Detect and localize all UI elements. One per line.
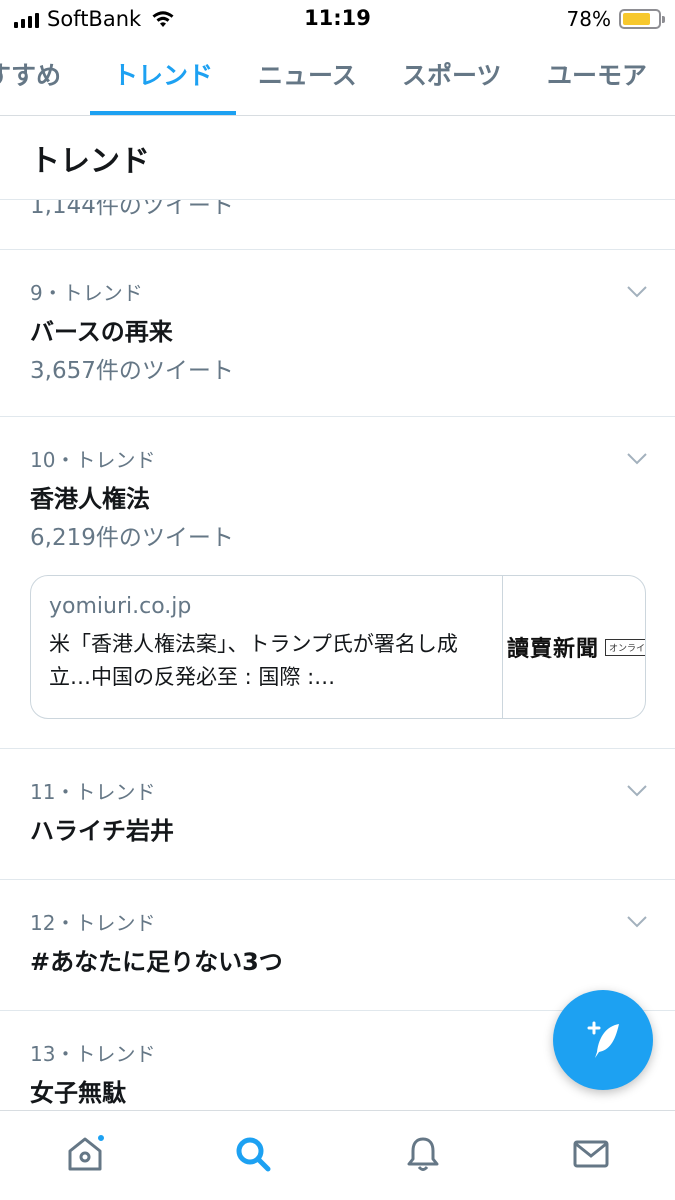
nav-notifications[interactable] xyxy=(400,1131,446,1177)
explore-tabs: すすめ トレンド ニュース スポーツ ユーモア xyxy=(0,40,675,116)
trend-item[interactable]: 10・トレンド 香港人権法 6,219件のツイート yomiuri.co.jp … xyxy=(0,417,675,749)
notification-dot xyxy=(96,1133,106,1143)
trend-name: #あなたに足りない3つ xyxy=(30,948,283,976)
tab-news[interactable]: ニュース xyxy=(258,40,357,115)
trend-tweet-count: 3,657件のツイート xyxy=(30,358,234,384)
trend-item-partial[interactable]: 1,144件のツイート xyxy=(0,200,675,250)
battery-icon xyxy=(619,9,665,29)
trend-name: バースの再来 xyxy=(30,318,173,346)
newspaper-logo-label: オンライン xyxy=(605,638,645,656)
chevron-down-icon[interactable] xyxy=(627,453,647,465)
trend-item[interactable]: 11・トレンド ハライチ岩井 xyxy=(0,749,675,880)
card-text: yomiuri.co.jp 米「香港人権法案」、トランプ氏が署名し成立…中国の反… xyxy=(31,576,503,718)
section-header: トレンド xyxy=(0,116,675,200)
status-right: 78% xyxy=(566,6,665,32)
bottom-tab-bar xyxy=(0,1110,675,1200)
card-title: 米「香港人権法案」、トランプ氏が署名し成立…中国の反発必至 : 国際 :… xyxy=(49,632,458,689)
trend-rank: 11・トレンド xyxy=(30,780,156,804)
status-bar: SoftBank 11:19 78% xyxy=(0,0,675,40)
tab-trends[interactable]: トレンド xyxy=(113,40,213,115)
trend-name: ハライチ岩井 xyxy=(30,817,174,845)
trend-rank: 12・トレンド xyxy=(30,911,156,935)
trend-name: 女子無駄 xyxy=(30,1079,126,1107)
chevron-down-icon[interactable] xyxy=(627,785,647,797)
trend-name: 香港人権法 xyxy=(30,485,150,513)
trend-rank: 9・トレンド xyxy=(30,281,143,305)
link-preview-card[interactable]: yomiuri.co.jp 米「香港人権法案」、トランプ氏が署名し成立…中国の反… xyxy=(30,575,646,719)
tab-osusume[interactable]: すすめ xyxy=(0,40,61,115)
battery-fill xyxy=(623,13,650,25)
tab-sports[interactable]: スポーツ xyxy=(402,40,502,115)
chevron-down-icon[interactable] xyxy=(627,916,647,928)
compose-feather-icon xyxy=(587,1021,619,1058)
search-icon xyxy=(236,1137,271,1172)
trend-item[interactable]: 9・トレンド バースの再来 3,657件のツイート xyxy=(0,250,675,417)
active-tab-indicator xyxy=(90,111,236,115)
trend-item[interactable]: 12・トレンド #あなたに足りない3つ xyxy=(0,880,675,1011)
trend-tweet-count: 1,144件のツイート xyxy=(30,200,234,219)
card-thumbnail: 讀賣新聞 オンライン xyxy=(503,576,645,718)
tab-humor[interactable]: ユーモア xyxy=(547,40,647,115)
battery-percent: 78% xyxy=(566,7,611,31)
trend-tweet-count: 6,219件のツイート xyxy=(30,525,234,551)
compose-tweet-button[interactable] xyxy=(553,990,653,1090)
chevron-down-icon[interactable] xyxy=(627,286,647,298)
card-domain: yomiuri.co.jp xyxy=(49,594,192,619)
nav-search[interactable] xyxy=(230,1131,276,1177)
bell-icon xyxy=(407,1137,439,1171)
nav-messages[interactable] xyxy=(568,1131,614,1177)
nav-home[interactable] xyxy=(62,1131,108,1177)
section-title: トレンド xyxy=(30,144,150,179)
mail-icon xyxy=(573,1140,609,1168)
trend-rank: 10・トレンド xyxy=(30,448,156,472)
trends-feed[interactable]: 1,144件のツイート 9・トレンド バースの再来 3,657件のツイート 10… xyxy=(0,200,675,1110)
newspaper-logo: 讀賣新聞 xyxy=(507,636,600,662)
